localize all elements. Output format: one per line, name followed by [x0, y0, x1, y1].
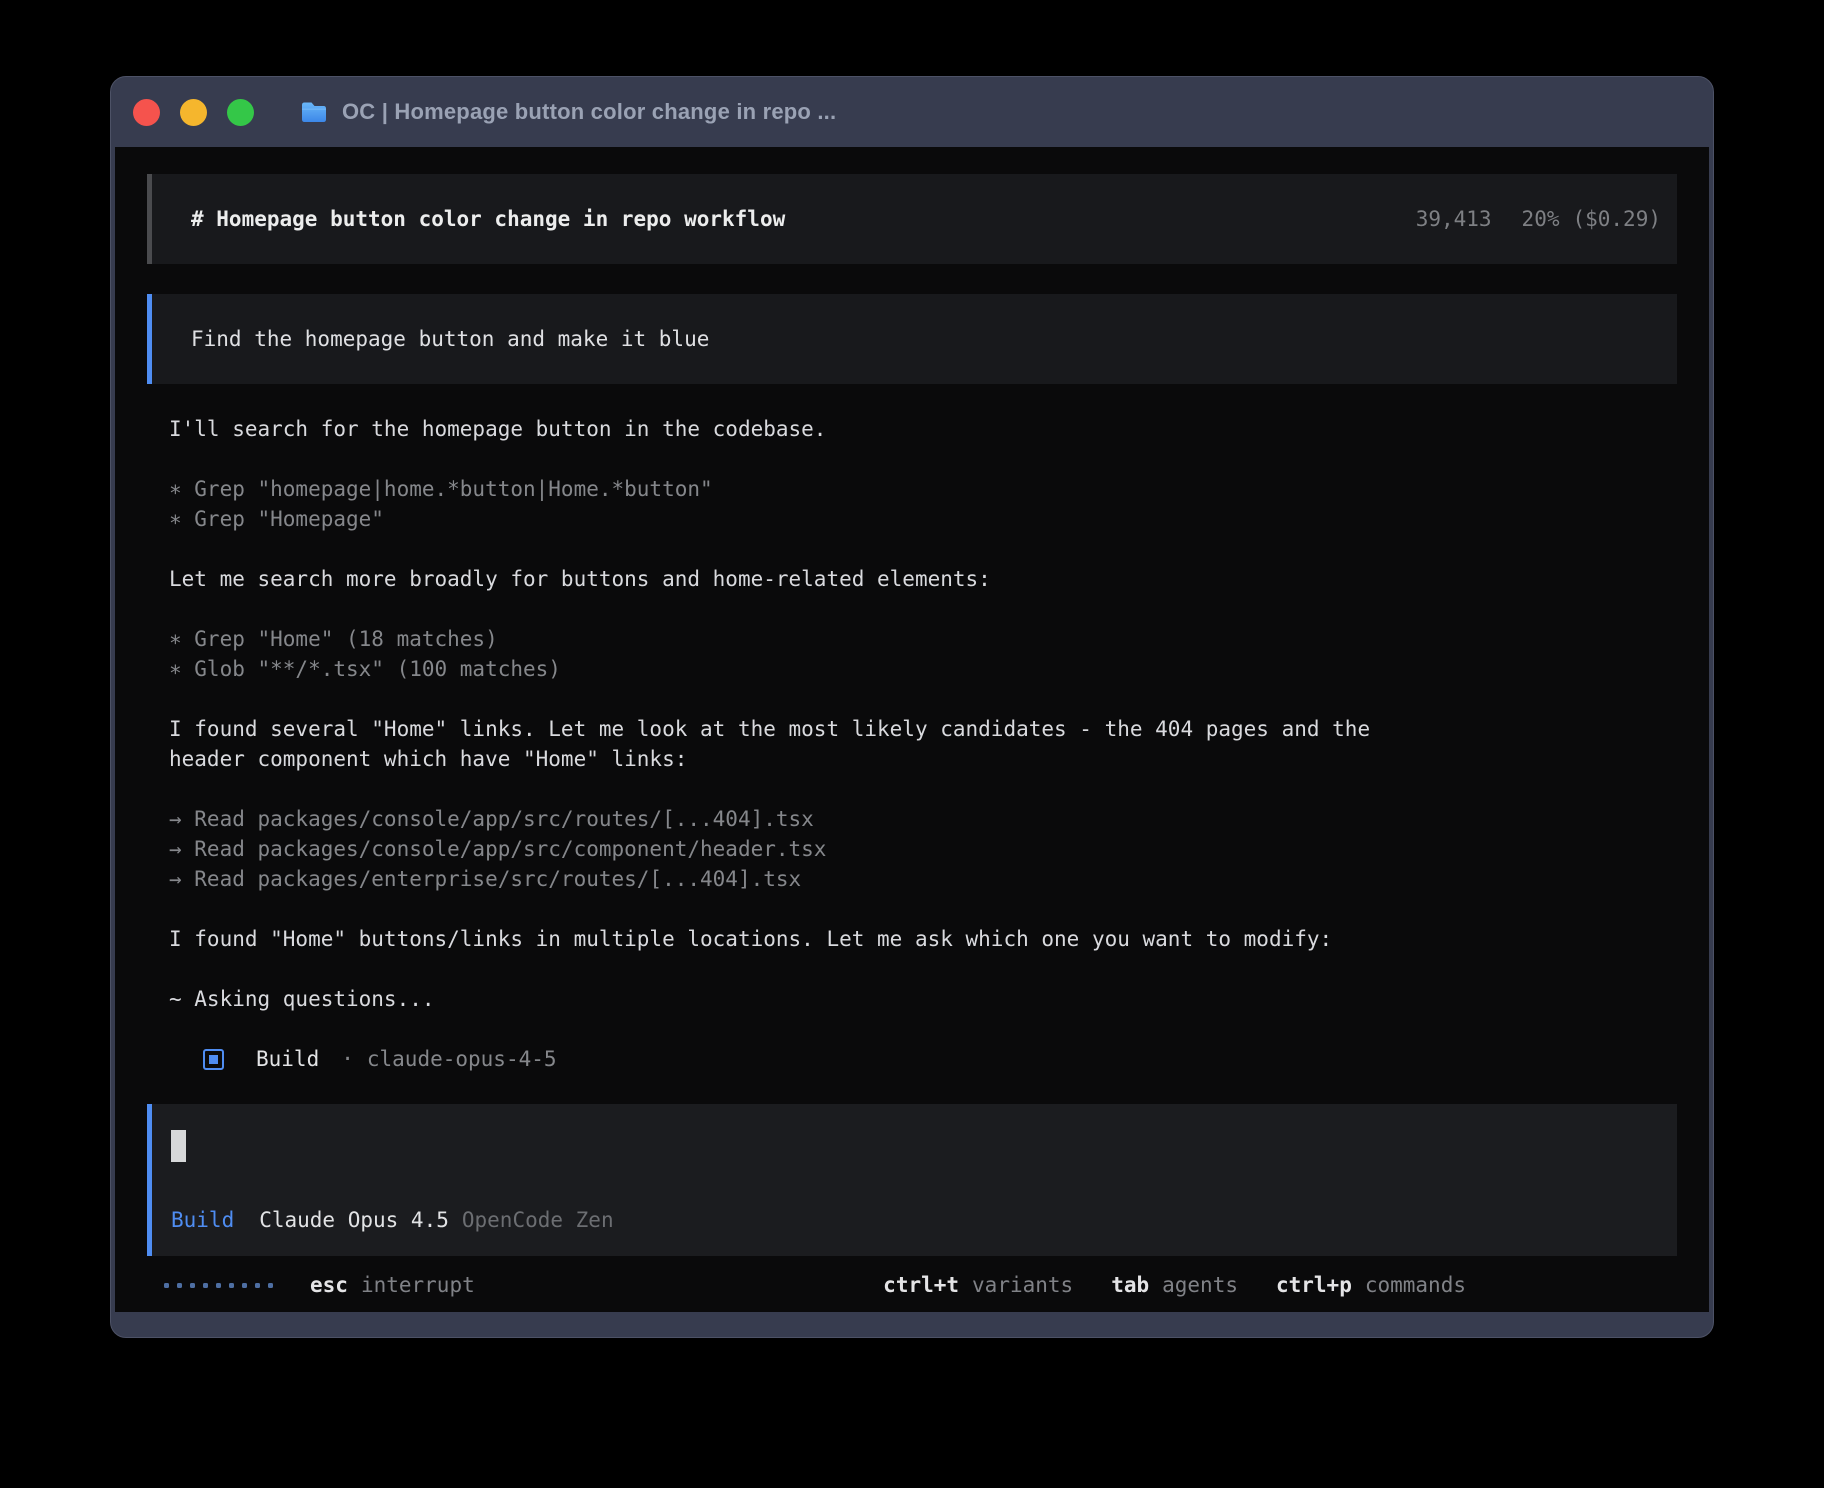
working-spinner-dots	[164, 1283, 273, 1288]
shortcut-key: tab	[1111, 1273, 1149, 1297]
interrupt-label: interrupt	[361, 1273, 475, 1297]
shortcut-key: ctrl+t	[883, 1273, 959, 1297]
session-cost: ($0.29)	[1572, 207, 1661, 231]
tool-call-line: ∗ Grep "Homepage"	[169, 504, 1677, 534]
shortcut-label: commands	[1365, 1273, 1466, 1297]
agent-status-row: Build · claude-opus-4-5	[147, 1044, 1677, 1074]
shortcut-key: ctrl+p	[1276, 1273, 1352, 1297]
shortcut-agents: tab agents	[1111, 1273, 1238, 1297]
spinner-dot	[229, 1283, 234, 1288]
input-agent-label: Build	[171, 1208, 234, 1232]
footer-left: esc interrupt	[164, 1270, 475, 1300]
assistant-message-line: header component which have "Home" links…	[169, 744, 1677, 774]
tool-call-line: → Read packages/enterprise/src/routes/[.…	[169, 864, 1677, 894]
tool-call-group: ∗ Grep "homepage|home.*button|Home.*butt…	[169, 474, 1677, 534]
spinner-dot	[177, 1283, 182, 1288]
tool-call-line: ∗ Grep "Home" (18 matches)	[169, 624, 1677, 654]
context-percent: 20%	[1522, 207, 1560, 231]
prompt-input[interactable]: Build Claude Opus 4.5 OpenCode Zen	[147, 1104, 1677, 1256]
token-count: 39,413	[1416, 207, 1492, 231]
shortcut-label: agents	[1162, 1273, 1238, 1297]
agent-name: Build	[256, 1047, 319, 1071]
footer-right: ctrl+t variants tab agents ctrl+p comman…	[883, 1270, 1466, 1300]
minimize-button[interactable]	[180, 99, 207, 126]
spinner-dot	[190, 1283, 195, 1288]
spinner-dot	[216, 1283, 221, 1288]
spinner-dot	[164, 1283, 169, 1288]
desktop: OC | Homepage button color change in rep…	[0, 0, 1824, 1488]
tool-call-line: → Read packages/console/app/src/componen…	[169, 834, 1677, 864]
tool-call-group: → Read packages/console/app/src/routes/[…	[169, 804, 1677, 894]
spinner-dot	[255, 1283, 260, 1288]
session-title: # Homepage button color change in repo w…	[191, 207, 1416, 231]
zoom-button[interactable]	[227, 99, 254, 126]
tool-call-line: ∗ Glob "**/*.tsx" (100 matches)	[169, 654, 1677, 684]
tool-call-line: ∗ Grep "homepage|home.*button|Home.*butt…	[169, 474, 1677, 504]
assistant-message-line: ~ Asking questions...	[169, 984, 1677, 1014]
spinner-dot	[242, 1283, 247, 1288]
assistant-message: I found "Home" buttons/links in multiple…	[169, 924, 1677, 954]
separator-dot: ·	[341, 1047, 354, 1071]
assistant-message: Let me search more broadly for buttons a…	[169, 564, 1677, 594]
input-status-line: Build Claude Opus 4.5 OpenCode Zen	[171, 1208, 1653, 1232]
assistant-message: I'll search for the homepage button in t…	[169, 414, 1677, 444]
assistant-message-line: I'll search for the homepage button in t…	[169, 414, 1677, 444]
assistant-message: I found several "Home" links. Let me loo…	[169, 714, 1677, 774]
session-header: # Homepage button color change in repo w…	[147, 174, 1677, 264]
folder-icon	[300, 101, 328, 124]
shortcut-label: variants	[972, 1273, 1073, 1297]
session-stats: 39,413 20% ($0.29)	[1416, 207, 1661, 231]
text-cursor	[171, 1130, 186, 1162]
interrupt-key: esc	[310, 1273, 348, 1297]
footer: esc interrupt ctrl+t variants tab agents…	[115, 1270, 1709, 1300]
spinner-dot	[203, 1283, 208, 1288]
shortcut-commands: ctrl+p commands	[1276, 1273, 1466, 1297]
window-title: OC | Homepage button color change in rep…	[342, 99, 836, 125]
user-message: Find the homepage button and make it blu…	[147, 294, 1677, 384]
assistant-message-line: I found several "Home" links. Let me loo…	[169, 714, 1677, 744]
assistant-message-line: Let me search more broadly for buttons a…	[169, 564, 1677, 594]
shortcut-variants: ctrl+t variants	[883, 1273, 1073, 1297]
input-model-label: Claude Opus 4.5	[259, 1208, 449, 1232]
spinner-dot	[268, 1283, 273, 1288]
assistant-status-message: ~ Asking questions...	[169, 984, 1677, 1014]
assistant-message-line: I found "Home" buttons/links in multiple…	[169, 924, 1677, 954]
build-agent-icon	[203, 1049, 224, 1070]
close-button[interactable]	[133, 99, 160, 126]
user-message-text: Find the homepage button and make it blu…	[191, 327, 709, 351]
tool-call-group: ∗ Grep "Home" (18 matches) ∗ Glob "**/*.…	[169, 624, 1677, 684]
titlebar: OC | Homepage button color change in rep…	[111, 77, 1713, 147]
tool-call-line: → Read packages/console/app/src/routes/[…	[169, 804, 1677, 834]
terminal-window: OC | Homepage button color change in rep…	[110, 76, 1714, 1338]
terminal-body: # Homepage button color change in repo w…	[115, 147, 1709, 1312]
input-provider-label: OpenCode Zen	[462, 1208, 614, 1232]
model-id: claude-opus-4-5	[367, 1047, 557, 1071]
conversation: I'll search for the homepage button in t…	[147, 414, 1677, 1014]
